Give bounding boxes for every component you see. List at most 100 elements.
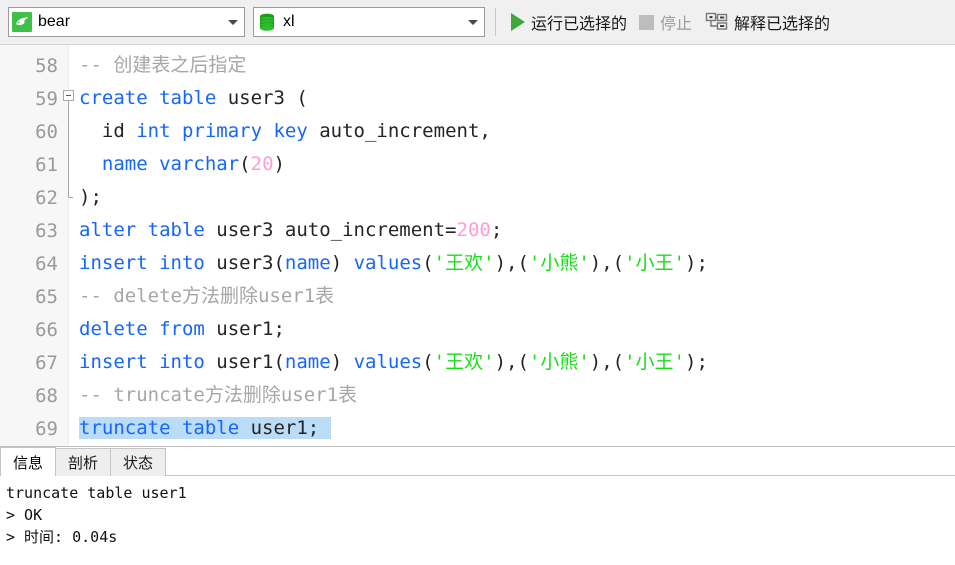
fold-marker-cell	[60, 280, 78, 313]
play-icon	[511, 13, 525, 31]
results-tabstrip[interactable]: 信息 剖析 状态	[0, 447, 955, 476]
fold-marker-cell	[60, 148, 78, 181]
code-token: -- delete方法删除user1表	[79, 285, 335, 307]
code-line[interactable]: 66 delete from user1;	[0, 313, 955, 346]
explain-selected-button[interactable]: 解释已选择的	[698, 6, 836, 38]
code-token: 20	[250, 153, 274, 175]
connection-selector[interactable]: bear	[8, 7, 245, 37]
code-token: insert into	[79, 351, 205, 373]
code-token: ),(	[589, 351, 625, 373]
code-token: 200	[456, 219, 491, 241]
code-text[interactable]: -- truncate方法删除user1表	[78, 379, 955, 412]
results-tab-label: 信息	[13, 454, 44, 472]
code-token: insert into	[79, 252, 205, 274]
line-number: 58	[35, 54, 58, 77]
code-token: name	[284, 351, 331, 373]
line-number: 68	[35, 384, 58, 407]
line-number: 63	[35, 219, 58, 242]
database-selector[interactable]: xl	[253, 7, 485, 37]
code-text[interactable]: insert into user1(name) values('王欢'),('小…	[78, 346, 955, 379]
explain-plan-icon	[704, 12, 728, 32]
code-line[interactable]: 61 name varchar(20)	[0, 148, 955, 181]
code-text[interactable]: create table user3 (	[78, 82, 955, 115]
code-lines[interactable]: 58 -- 创建表之后指定 59 create table user3 (60 id …	[0, 49, 955, 445]
fold-marker-cell	[60, 181, 78, 214]
fold-marker-cell	[60, 412, 78, 445]
code-token: auto_increment,	[307, 120, 491, 142]
log-line: > OK	[6, 506, 43, 524]
fold-collapse-icon[interactable]	[63, 90, 74, 101]
code-token: )	[330, 351, 354, 373]
code-token: (	[239, 153, 251, 175]
connection-value: bear	[38, 13, 71, 30]
code-token: user3 (	[216, 87, 308, 109]
run-selected-button[interactable]: 运行已选择的	[505, 6, 633, 38]
code-line[interactable]: 58 -- 创建表之后指定	[0, 49, 955, 82]
code-text[interactable]: insert into user3(name) values('王欢'),('小…	[78, 247, 955, 280]
line-number: 66	[35, 318, 58, 341]
chevron-down-icon[interactable]	[224, 9, 242, 35]
code-token: ),(	[494, 351, 529, 373]
code-token: name	[284, 252, 331, 274]
fold-marker-cell[interactable]	[60, 82, 78, 115]
code-text[interactable]: truncate table user1;	[78, 412, 955, 445]
mysql-dolphin-icon	[12, 12, 32, 32]
code-line[interactable]: 64 insert into user3(name) values('王欢'),(…	[0, 247, 955, 280]
code-line[interactable]: 59 create table user3 (	[0, 82, 955, 115]
code-token: '小熊'	[528, 351, 590, 373]
code-text[interactable]: delete from user1;	[78, 313, 955, 346]
stop-button[interactable]: 停止	[633, 6, 698, 38]
line-number: 67	[35, 351, 58, 374]
code-token: );	[685, 252, 708, 274]
code-token: int primary key	[136, 120, 308, 142]
line-number: 60	[35, 120, 58, 143]
code-text[interactable]: );	[78, 181, 955, 214]
code-token: truncate table	[79, 417, 240, 439]
code-token: '小熊'	[528, 252, 590, 274]
code-token: '小王'	[624, 252, 685, 274]
code-line[interactable]: 65 -- delete方法删除user1表	[0, 280, 955, 313]
code-token: ),(	[589, 252, 625, 274]
line-number: 69	[35, 417, 58, 440]
code-text[interactable]: -- delete方法删除user1表	[78, 280, 955, 313]
code-line[interactable]: 60 id int primary key auto_increment,	[0, 115, 955, 148]
log-line: truncate table user1	[6, 484, 187, 502]
chevron-down-icon[interactable]	[464, 9, 482, 35]
code-text[interactable]: id int primary key auto_increment,	[78, 115, 955, 148]
results-tab-2[interactable]: 状态	[110, 448, 167, 476]
code-token: '小王'	[624, 351, 685, 373]
sql-code-editor[interactable]: 58 -- 创建表之后指定 59 create table user3 (60 id …	[0, 45, 955, 446]
code-token: ;	[490, 219, 503, 241]
fold-marker-cell	[60, 214, 78, 247]
results-tab-1[interactable]: 剖析	[55, 448, 112, 476]
tabstrip-spacer	[165, 448, 955, 476]
stop-icon	[639, 14, 655, 30]
code-text[interactable]: alter table user3 auto_increment=200;	[78, 214, 955, 247]
code-token: id	[79, 120, 137, 142]
code-line[interactable]: 63 alter table user3 auto_increment=200;	[0, 214, 955, 247]
code-line[interactable]: 69 truncate table user1;	[0, 412, 955, 445]
code-token: )	[330, 252, 354, 274]
fold-marker-cell	[60, 115, 78, 148]
code-text[interactable]: -- 创建表之后指定	[78, 49, 955, 82]
code-line[interactable]: 67 insert into user1(name) values('王欢'),(…	[0, 346, 955, 379]
code-token: user1;	[239, 417, 331, 439]
toolbar-divider	[495, 8, 496, 36]
code-text[interactable]: name varchar(20)	[78, 148, 955, 181]
code-token: user3 auto_increment=	[204, 219, 457, 241]
results-tab-0[interactable]: 信息	[0, 447, 57, 476]
run-selected-label: 运行已选择的	[531, 16, 628, 33]
fold-marker-cell	[60, 313, 78, 346]
code-token: -- 创建表之后指定	[79, 54, 247, 76]
code-line[interactable]: 68 -- truncate方法删除user1表	[0, 379, 955, 412]
code-token: );	[79, 186, 102, 208]
code-token: '王欢'	[433, 252, 495, 274]
toolbar: bear xl 运行已选择的 停止 解释已选择的	[0, 0, 955, 45]
sql-editor-window: bear xl 运行已选择的 停止 解释已选择的 58 -- 创建表之后指定 5…	[0, 0, 955, 565]
line-number: 61	[35, 153, 58, 176]
code-token: values	[353, 252, 423, 274]
results-tab-label: 剖析	[68, 455, 99, 472]
code-token: (	[422, 252, 434, 274]
line-number: 59	[35, 87, 58, 110]
code-line[interactable]: 62);	[0, 181, 955, 214]
